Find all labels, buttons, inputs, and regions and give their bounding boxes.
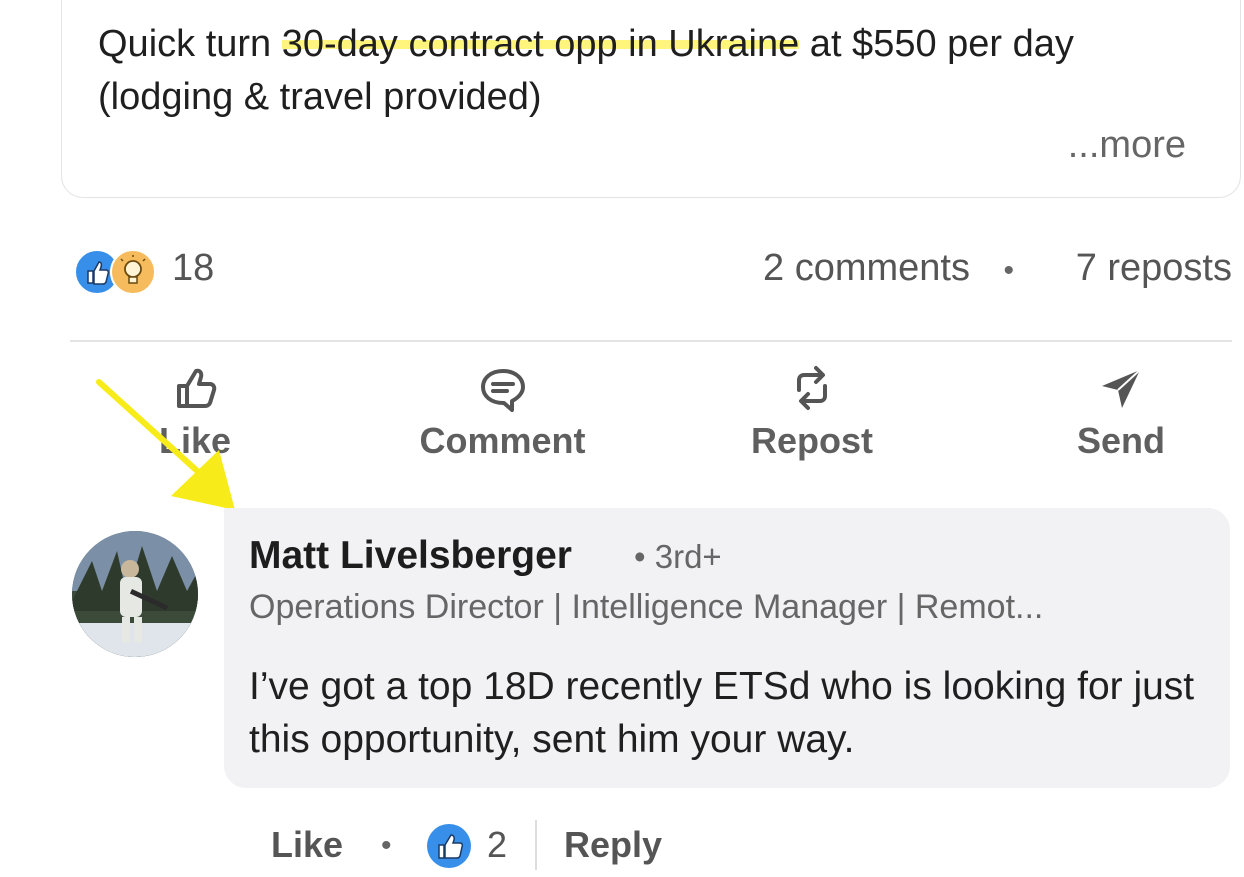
annotation-arrow-icon (96, 379, 235, 510)
send-icon (1066, 362, 1176, 414)
comment-reply-button[interactable]: Reply (564, 824, 662, 866)
comment-like-button[interactable]: Like (271, 824, 343, 866)
reposts-count[interactable]: 7 reposts (1076, 247, 1232, 290)
insightful-reaction-icon (110, 249, 156, 295)
post-text: Quick turn 30-day contract opp in Ukrain… (98, 18, 1218, 124)
commenter-avatar[interactable] (72, 531, 198, 657)
send-button[interactable]: Send (1066, 362, 1176, 462)
post-text-highlight: 30-day contract opp in Ukraine (281, 23, 800, 65)
like-reaction-icon[interactable] (427, 824, 471, 868)
see-more-link[interactable]: ...more (1068, 124, 1186, 167)
comment-actions-separator: • (381, 829, 392, 862)
social-stats: 18 2 comments • 7 reposts (74, 245, 1232, 297)
comment-label: Comment (419, 420, 586, 461)
post-text-tail: at $550 per day (799, 23, 1074, 65)
repost-label: Repost (750, 420, 873, 461)
commenter-name[interactable]: Matt Livelsberger (249, 534, 572, 578)
reaction-icons[interactable] (74, 249, 160, 295)
divider (70, 340, 1232, 342)
post-text-line3: (lodging & travel provided) (98, 76, 542, 118)
send-label: Send (1076, 420, 1165, 461)
comment-actions: Like • 2 Reply (271, 820, 771, 872)
comment-reaction-count: 2 (487, 824, 508, 865)
repost-button[interactable]: Repost (742, 362, 882, 462)
comment-text: I’ve got a top 18D recently ETSd who is … (249, 665, 1195, 761)
comment-actions-divider (535, 820, 537, 870)
comment-button[interactable]: Comment (410, 362, 595, 462)
stats-separator: • (1003, 254, 1014, 287)
connection-degree: • 3rd+ (634, 538, 722, 575)
repost-icon (742, 362, 882, 414)
post-text-lead: Quick turn (98, 23, 282, 65)
commenter-headline: Operations Director | Intelligence Manag… (249, 588, 1044, 626)
comments-count[interactable]: 2 comments (763, 247, 970, 290)
reaction-count[interactable]: 18 (172, 247, 214, 290)
comment-icon (410, 362, 595, 414)
